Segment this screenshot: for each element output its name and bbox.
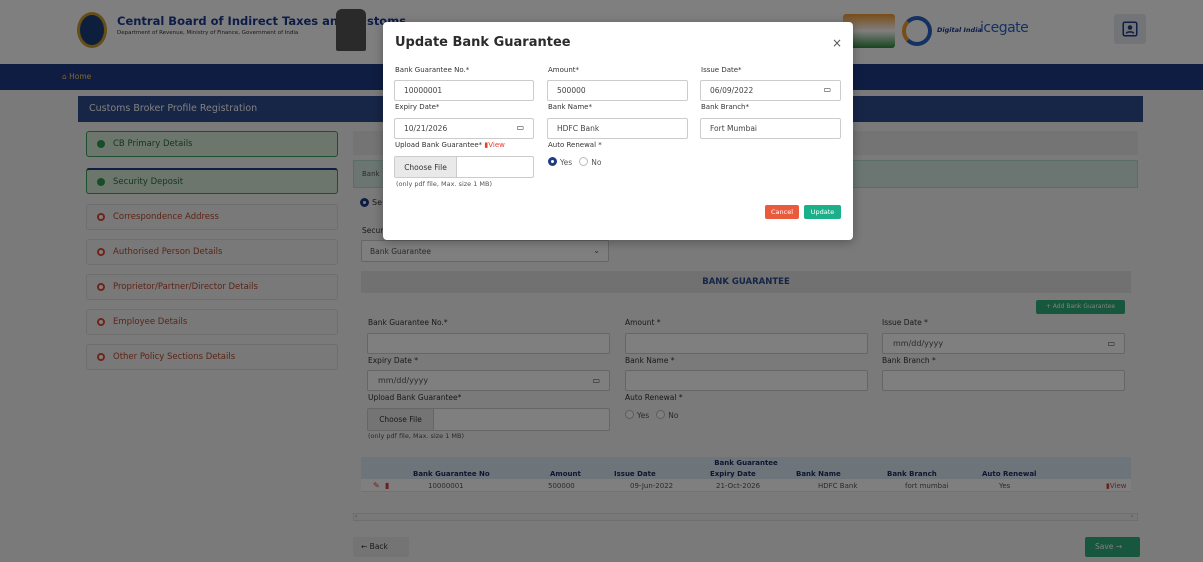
- modal-bank-branch-value: Fort Mumbai: [710, 124, 758, 133]
- modal-amount-value: 500000: [557, 86, 586, 95]
- modal-bg-no-input[interactable]: 10000001: [394, 80, 534, 101]
- modal-auto-renewal-yes-radio[interactable]: [548, 157, 557, 166]
- modal-upload-label-text: Upload Bank Guarantee*: [395, 141, 483, 149]
- modal-choose-file-button[interactable]: Choose File: [395, 157, 457, 177]
- modal-expiry-date-value: 10/21/2026: [404, 124, 448, 133]
- modal-expiry-date-label: Expiry Date*: [395, 103, 440, 111]
- modal-issue-date-label: Issue Date*: [701, 66, 742, 74]
- cancel-button[interactable]: Cancel: [765, 205, 799, 219]
- modal-bank-name-value: HDFC Bank: [557, 124, 600, 133]
- modal-auto-renewal-no-radio[interactable]: [579, 157, 589, 166]
- modal-view-text: View: [488, 141, 505, 149]
- modal-upload-file-input[interactable]: Choose File: [394, 156, 534, 178]
- modal-issue-date-value: 06/09/2022: [710, 86, 754, 95]
- modal-amount-label: Amount*: [548, 66, 580, 74]
- modal-view-link[interactable]: ▮View: [484, 141, 504, 149]
- modal-bg-no-label: Bank Guarantee No.*: [395, 66, 470, 74]
- calendar-icon[interactable]: ▭: [823, 85, 831, 94]
- update-button[interactable]: Update: [804, 205, 841, 219]
- modal-issue-date-input[interactable]: 06/09/2022 ▭: [700, 80, 841, 101]
- modal-bg-no-value: 10000001: [404, 86, 443, 95]
- modal-auto-renewal-radio-group: Yes No: [548, 157, 601, 167]
- modal-bank-branch-input[interactable]: Fort Mumbai: [700, 118, 841, 139]
- modal-upload-label: Upload Bank Guarantee* ▮View: [395, 141, 505, 149]
- modal-bank-branch-label: Bank Branch*: [701, 103, 749, 111]
- modal-auto-renewal-label: Auto Renewal *: [548, 141, 602, 149]
- modal-no-label: No: [591, 158, 602, 167]
- modal-title: Update Bank Guarantee: [395, 35, 571, 50]
- modal-expiry-date-input[interactable]: 10/21/2026 ▭: [394, 118, 534, 139]
- modal-bank-name-label: Bank Name*: [548, 103, 592, 111]
- close-icon[interactable]: ×: [832, 36, 842, 50]
- modal-bank-name-input[interactable]: HDFC Bank: [547, 118, 688, 139]
- modal-amount-input[interactable]: 500000: [547, 80, 688, 101]
- calendar-icon[interactable]: ▭: [516, 123, 524, 132]
- modal-yes-label: Yes: [560, 158, 573, 167]
- modal-upload-hint: (only pdf file, Max. size 1 MB): [396, 180, 493, 188]
